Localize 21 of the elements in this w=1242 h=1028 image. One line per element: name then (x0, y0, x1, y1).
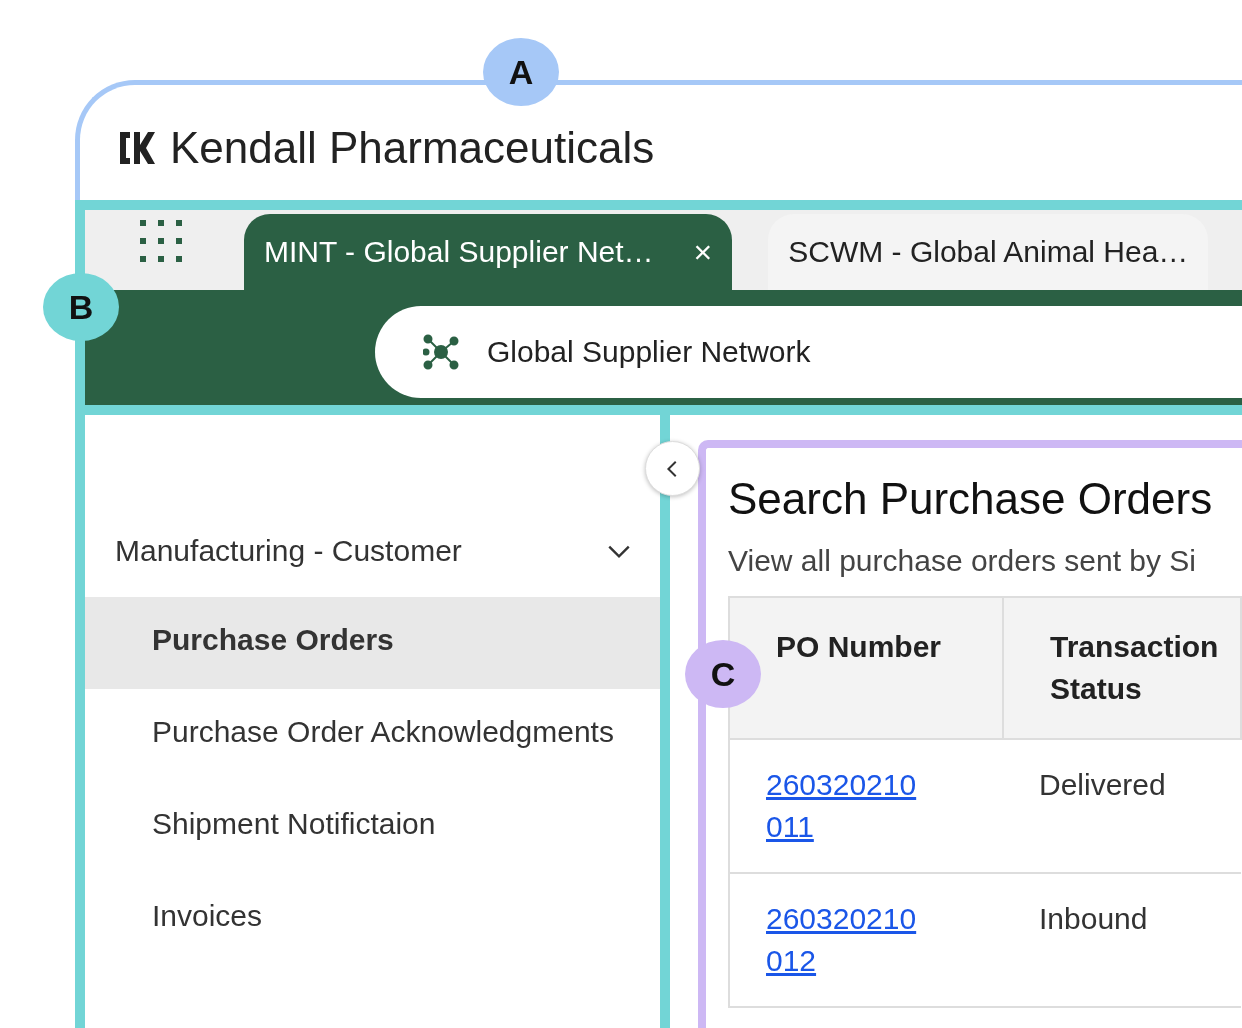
sidebar-item[interactable]: Purchase Order Acknowledgments (85, 689, 660, 781)
column-header: Transaction Status (1003, 597, 1241, 739)
page-title: Search Purchase Orders (728, 474, 1214, 524)
close-icon[interactable]: × (693, 233, 713, 271)
po-number-link[interactable]: 260320210011 (766, 764, 917, 848)
network-icon (423, 334, 459, 370)
brand-name: Kendall Pharmaceuticals (170, 123, 655, 173)
status-text: Inbound (1039, 902, 1148, 935)
status-text: Delivered (1039, 768, 1166, 801)
tab[interactable]: SCWM - Global Animal Hea… (768, 214, 1209, 290)
tab[interactable]: MINT - Global Supplier Net… × (244, 214, 733, 290)
sidebar-item[interactable]: Purchase Orders (85, 597, 660, 689)
po-number-link[interactable]: 260320210012 (766, 898, 917, 982)
sidebar-item[interactable]: Shipment Notifictaion (85, 781, 660, 873)
app-grid-icon[interactable] (140, 220, 184, 264)
sidebar-item[interactable]: Invoices (85, 873, 660, 965)
callout-marker: B (43, 273, 119, 341)
sidebar-group[interactable]: Manufacturing - Customer (85, 505, 660, 597)
callout-marker: A (483, 38, 559, 106)
page-subtitle: View all purchase orders sent by Si (728, 544, 1198, 578)
app-title-pill[interactable]: Global Supplier Network (375, 306, 1242, 398)
